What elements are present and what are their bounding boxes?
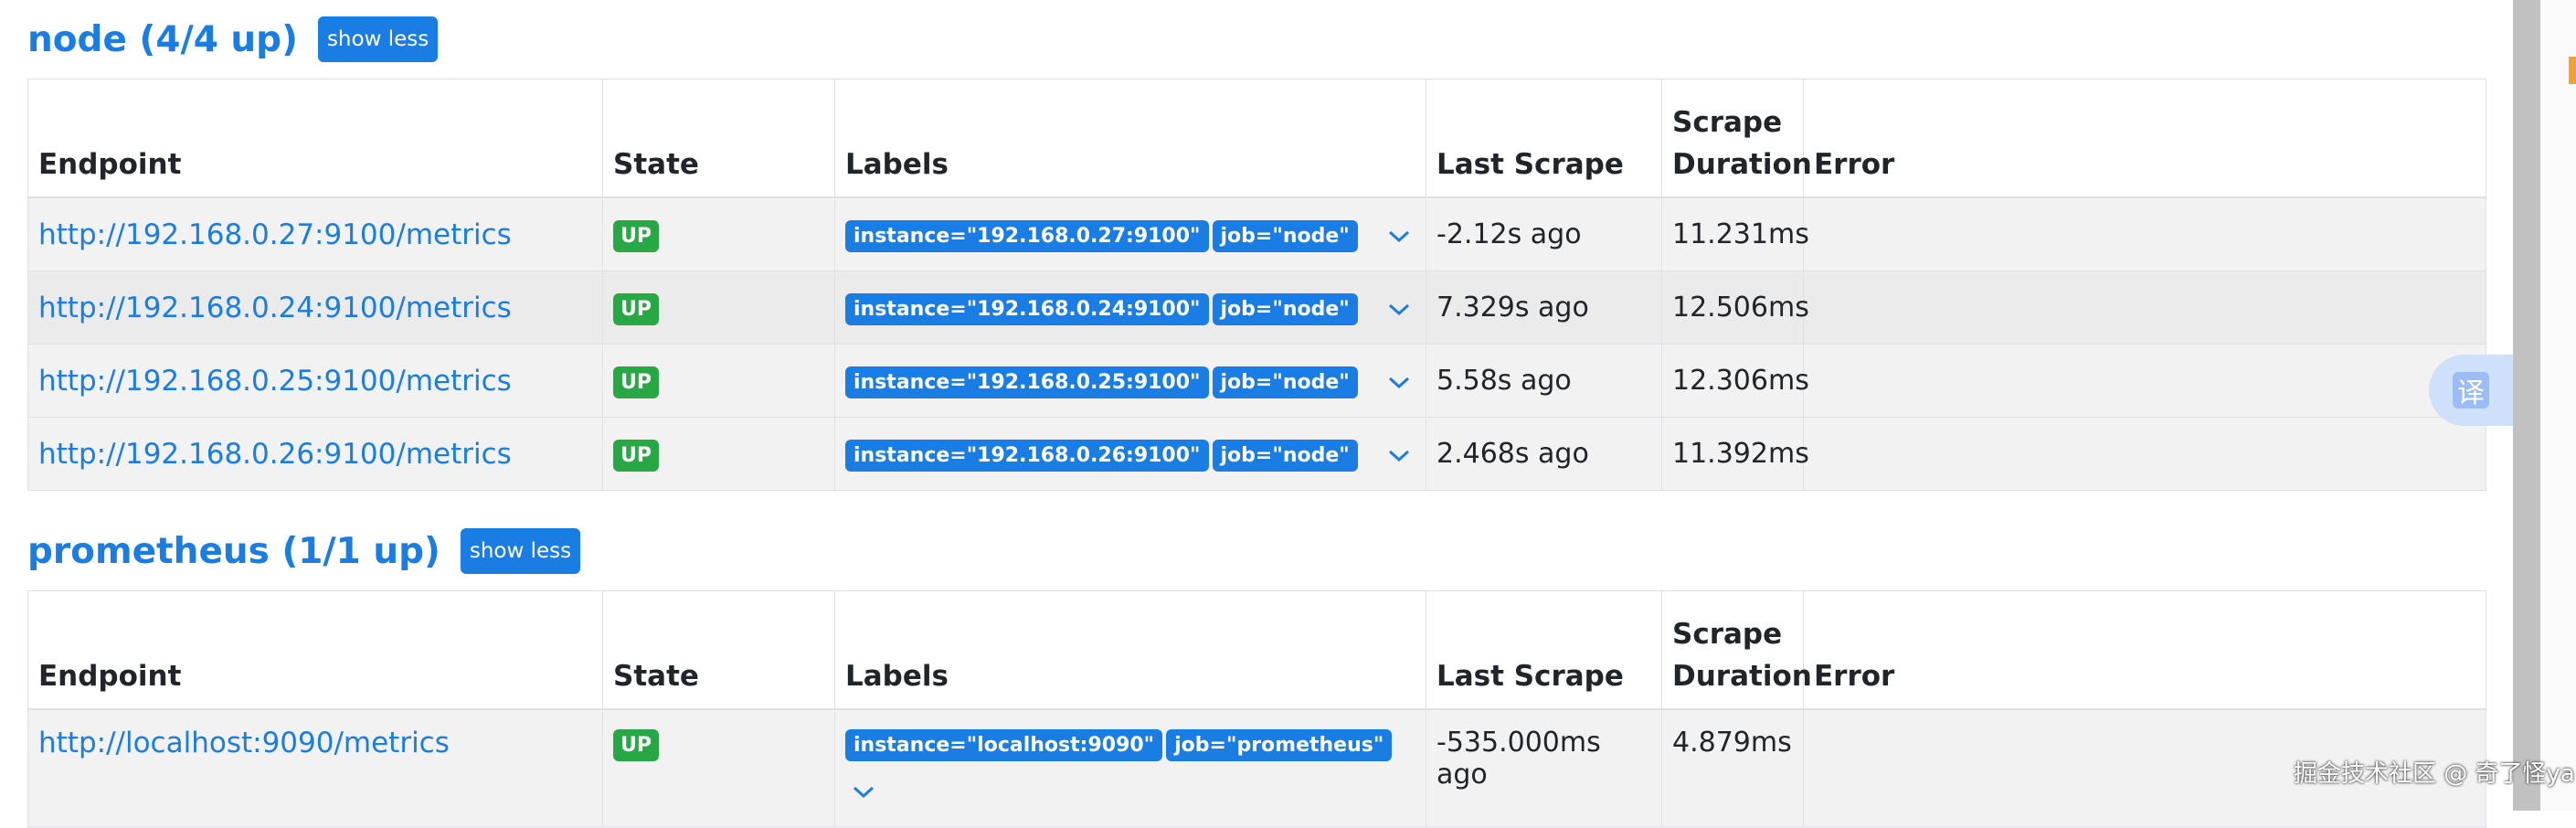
label-badge-job: job="node" bbox=[1212, 219, 1358, 252]
chevron-down-icon[interactable] bbox=[1388, 438, 1410, 470]
labels-cell: instance="192.168.0.27:9100" job="node" bbox=[834, 196, 1426, 271]
label-badge-job: job="node" bbox=[1212, 366, 1358, 398]
scrape-duration-cell: 12.506ms bbox=[1661, 271, 1809, 345]
last-scrape-cell: 2.468s ago bbox=[1426, 417, 1662, 491]
label-badge-instance: instance="192.168.0.24:9100" bbox=[845, 292, 1209, 325]
table-row: http://192.168.0.25:9100/metrics UP inst… bbox=[27, 344, 2486, 418]
pool-title[interactable]: node (4/4 up) bbox=[27, 19, 298, 60]
state-badge: UP bbox=[613, 292, 659, 325]
pool-header: prometheus (1/1 up) show less bbox=[27, 512, 2486, 590]
chevron-down-icon[interactable] bbox=[853, 774, 1415, 806]
scrape-duration-cell: 11.231ms bbox=[1661, 196, 1809, 271]
endpoint-cell: http://192.168.0.26:9100/metrics bbox=[27, 417, 603, 491]
endpoint-cell: http://192.168.0.27:9100/metrics bbox=[27, 196, 603, 271]
pool-title[interactable]: prometheus (1/1 up) bbox=[27, 531, 440, 572]
state-badge: UP bbox=[613, 366, 659, 398]
state-badge: UP bbox=[613, 729, 659, 761]
chevron-down-icon[interactable] bbox=[1388, 292, 1410, 324]
last-scrape-cell: 5.58s ago bbox=[1426, 344, 1662, 418]
column-header-scrape-duration: Scrape Duration bbox=[1661, 590, 1812, 710]
table-header-row: Endpoint State Labels Last Scrape Scrape… bbox=[27, 590, 2486, 710]
labels-cell: instance="192.168.0.24:9100" job="node" bbox=[834, 271, 1426, 345]
table-header-row: Endpoint State Labels Last Scrape Scrape… bbox=[27, 79, 2486, 198]
extension-marker bbox=[2569, 57, 2576, 84]
label-badge-instance: instance="192.168.0.27:9100" bbox=[845, 219, 1209, 252]
error-cell bbox=[1803, 196, 2486, 271]
last-scrape-cell: -535.000ms ago bbox=[1426, 708, 1662, 828]
endpoint-link[interactable]: http://192.168.0.25:9100/metrics bbox=[38, 365, 512, 398]
label-badge-job: job="prometheus" bbox=[1166, 729, 1393, 761]
label-badge-instance: instance="localhost:9090" bbox=[845, 729, 1163, 761]
vertical-scrollbar[interactable] bbox=[2513, 0, 2540, 811]
state-cell: UP bbox=[602, 344, 835, 418]
column-header-state: State bbox=[602, 590, 835, 710]
endpoint-link[interactable]: http://192.168.0.24:9100/metrics bbox=[38, 292, 512, 324]
endpoint-cell: http://localhost:9090/metrics bbox=[27, 708, 603, 828]
watermark: 掘金技术社区 @ 奇了怪ya bbox=[2294, 760, 2575, 788]
label-badge-instance: instance="192.168.0.25:9100" bbox=[845, 366, 1209, 398]
scrape-pool-prometheus: prometheus (1/1 up) show less Endpoint S… bbox=[27, 512, 2486, 828]
scrape-duration-cell: 12.306ms bbox=[1661, 344, 1809, 418]
state-badge: UP bbox=[613, 439, 659, 472]
table-row: http://192.168.0.26:9100/metrics UP inst… bbox=[27, 417, 2486, 491]
table-row: http://192.168.0.24:9100/metrics UP inst… bbox=[27, 271, 2486, 345]
state-cell: UP bbox=[602, 196, 835, 271]
labels-cell: instance="192.168.0.25:9100" job="node" bbox=[834, 344, 1426, 418]
label-badge-job: job="node" bbox=[1212, 439, 1358, 472]
error-cell bbox=[1803, 417, 2486, 491]
state-cell: UP bbox=[602, 271, 835, 345]
table-row: http://localhost:9090/metrics UP instanc… bbox=[27, 708, 2486, 828]
column-header-endpoint: Endpoint bbox=[27, 590, 603, 710]
scrape-duration-cell: 4.879ms bbox=[1661, 708, 1804, 828]
endpoint-cell: http://192.168.0.24:9100/metrics bbox=[27, 271, 603, 345]
table-row: http://192.168.0.27:9100/metrics UP inst… bbox=[27, 196, 2486, 271]
error-cell bbox=[1803, 344, 2486, 418]
label-badge-job: job="node" bbox=[1212, 292, 1358, 325]
column-header-last-scrape: Last Scrape bbox=[1426, 590, 1662, 710]
state-cell: UP bbox=[602, 708, 835, 828]
scrape-pool-node: node (4/4 up) show less Endpoint State L… bbox=[27, 0, 2486, 491]
column-header-labels: Labels bbox=[834, 590, 1426, 710]
labels-cell: instance="192.168.0.26:9100" job="node" bbox=[834, 417, 1426, 491]
last-scrape-cell: -2.12s ago bbox=[1426, 196, 1662, 271]
column-header-endpoint: Endpoint bbox=[27, 79, 603, 198]
show-less-button[interactable]: show less bbox=[460, 528, 581, 574]
scrape-duration-cell: 11.392ms bbox=[1661, 417, 1809, 491]
endpoint-cell: http://192.168.0.25:9100/metrics bbox=[27, 344, 603, 418]
chevron-down-icon[interactable] bbox=[1388, 218, 1410, 250]
targets-table: Endpoint State Labels Last Scrape Scrape… bbox=[27, 590, 2486, 828]
endpoint-link[interactable]: http://192.168.0.26:9100/metrics bbox=[38, 438, 512, 471]
targets-table: Endpoint State Labels Last Scrape Scrape… bbox=[27, 79, 2486, 491]
state-badge: UP bbox=[613, 219, 659, 252]
column-header-labels: Labels bbox=[834, 79, 1426, 198]
show-less-button[interactable]: show less bbox=[317, 16, 439, 62]
pool-header: node (4/4 up) show less bbox=[27, 0, 2486, 79]
label-badge-instance: instance="192.168.0.26:9100" bbox=[845, 439, 1209, 472]
column-header-scrape-duration: Scrape Duration bbox=[1661, 79, 1812, 198]
last-scrape-cell: 7.329s ago bbox=[1426, 271, 1662, 345]
state-cell: UP bbox=[602, 417, 835, 491]
chevron-down-icon[interactable] bbox=[1388, 365, 1410, 397]
column-header-last-scrape: Last Scrape bbox=[1426, 79, 1662, 198]
window-edge bbox=[2540, 0, 2576, 811]
error-cell bbox=[1803, 271, 2486, 345]
translate-icon: 译 bbox=[2453, 372, 2489, 409]
endpoint-link[interactable]: http://localhost:9090/metrics bbox=[38, 727, 450, 759]
column-header-error: Error bbox=[1803, 590, 2486, 710]
endpoint-link[interactable]: http://192.168.0.27:9100/metrics bbox=[38, 218, 512, 251]
column-header-state: State bbox=[602, 79, 835, 198]
column-header-error: Error bbox=[1803, 79, 2486, 198]
labels-cell: instance="localhost:9090" job="prometheus… bbox=[834, 708, 1426, 828]
translate-button[interactable]: 译 bbox=[2429, 355, 2513, 426]
